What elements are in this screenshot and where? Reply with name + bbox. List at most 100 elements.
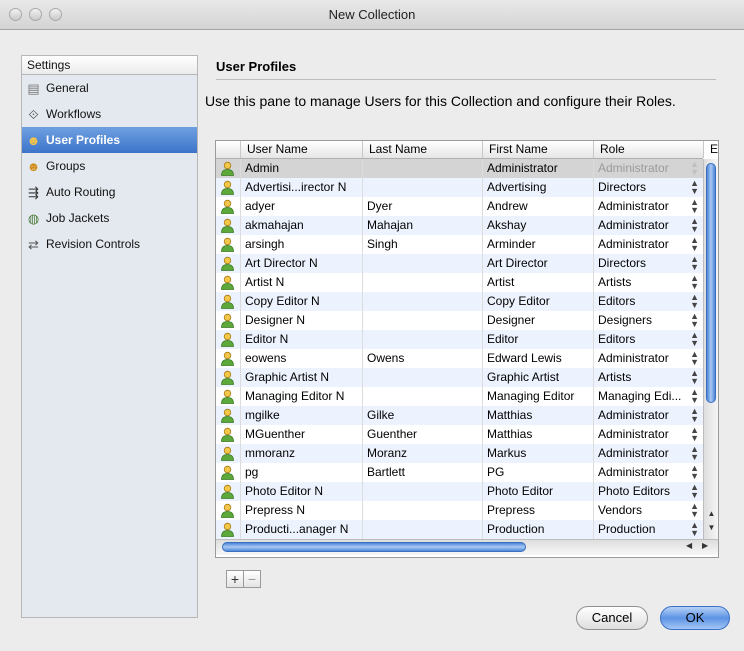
table-row[interactable]: Prepress N Prepress Vendors ▲ ▼ <box>216 501 704 520</box>
role-select[interactable]: Artists ▲ ▼ <box>596 369 701 386</box>
table-row[interactable]: Designer N Designer Designers ▲ ▼ <box>216 311 704 330</box>
column-header-user-name[interactable]: User Name <box>240 141 362 158</box>
role-cell: Directors ▲ ▼ <box>593 254 703 273</box>
role-select[interactable]: Administrator ▲ ▼ <box>596 236 701 253</box>
table-row[interactable]: mmoranz Moranz Markus Administrator ▲ ▼ <box>216 444 704 463</box>
pane-title: User Profiles <box>216 59 297 74</box>
scroll-right-arrow[interactable]: ▶ <box>702 541 708 550</box>
cell-user: Advertisi...irector N <box>240 178 362 197</box>
cell-last: Dyer <box>362 197 482 216</box>
table-row[interactable]: Photo Editor N Photo Editor Photo Editors ▲… <box>216 482 704 501</box>
table-row[interactable]: MGuenther Guenther Matthias Administrator ▲ ▼ <box>216 425 704 444</box>
cell-last <box>362 254 482 273</box>
cell-first: Matthias <box>482 406 593 425</box>
horizontal-scrollbar[interactable]: ◀ ▶ <box>216 539 718 555</box>
table-row[interactable]: eowensOwensEdward LewisAdministrator▲▼ed <box>216 349 718 368</box>
column-header-role[interactable]: Role <box>593 141 703 158</box>
role-value: Administrator <box>598 427 669 441</box>
role-select[interactable]: Photo Editors ▲ ▼ <box>596 483 701 500</box>
role-select[interactable]: Administrator ▲ ▼ <box>596 426 701 443</box>
user-icon <box>220 351 235 366</box>
role-select[interactable]: Administrator ▲ ▼ <box>596 445 701 462</box>
vertical-scrollbar[interactable]: ▲ ▼ <box>703 159 718 539</box>
table-row[interactable]: Art Director N Art Director Directors ▲ ▼ <box>216 254 704 273</box>
remove-user-button[interactable]: − <box>243 570 261 588</box>
user-icon <box>220 237 235 252</box>
table-row[interactable]: akmahajanMahajanAkshayAdministrator▲▼ak <box>216 216 718 235</box>
role-value: Vendors <box>598 503 643 517</box>
sidebar-item-label: General <box>46 81 89 95</box>
table-row[interactable]: Producti...anager N Production Production ▲… <box>216 520 704 539</box>
user-icon <box>220 161 235 176</box>
sidebar-item-general[interactable]: ▤ General <box>22 75 197 101</box>
table-row[interactable]: Editor N Editor Editors ▲ ▼ <box>216 330 704 349</box>
table-row[interactable]: Managing Editor N Managing Editor Managing… <box>216 387 704 406</box>
cancel-button[interactable]: Cancel <box>576 606 648 630</box>
cell-last <box>362 368 482 387</box>
role-cell: Vendors ▲ ▼ <box>593 501 703 520</box>
role-select[interactable]: Administrator ▲ ▼ <box>596 217 701 234</box>
scroll-up-arrow[interactable]: ▲ <box>704 509 718 518</box>
cell-first: Markus <box>482 444 593 463</box>
table-row[interactable]: Copy Editor N Copy Editor Editors ▲ ▼ <box>216 292 704 311</box>
table-row[interactable]: Graphic Artist N Graphic Artist Artists ▲ ▼ <box>216 368 704 387</box>
cell-first: Akshay <box>482 216 593 235</box>
sidebar-item-groups[interactable]: ☻ Groups <box>22 153 197 179</box>
stepper-arrows-icon: ▲ ▼ <box>690 178 699 196</box>
user-table[interactable]: User Name Last Name First Name Role E- A… <box>215 140 719 558</box>
role-select[interactable]: Administrator ▲ ▼ <box>596 350 701 367</box>
role-select[interactable]: Administrator ▲ ▼ <box>596 198 701 215</box>
add-user-button[interactable]: + <box>226 570 244 588</box>
role-select[interactable]: Production ▲ ▼ <box>596 521 701 538</box>
column-header-last-name[interactable]: Last Name <box>362 141 482 158</box>
role-cell: Artists ▲ ▼ <box>593 273 703 292</box>
cell-user: Graphic Artist N <box>240 368 362 387</box>
role-select[interactable]: Managing Edi... ▲ ▼ <box>596 388 701 405</box>
table-row[interactable]: adyer Dyer Andrew Administrator ▲ ▼ <box>216 197 704 216</box>
sidebar-item-auto-routing[interactable]: ⇶ Auto Routing <box>22 179 197 205</box>
table-row[interactable]: mgilke Gilke Matthias Administrator ▲ ▼ <box>216 406 704 425</box>
cell-user: mgilke <box>240 406 362 425</box>
user-icon <box>220 180 235 195</box>
role-value: Editors <box>598 294 636 308</box>
column-header-email[interactable]: E- <box>703 141 718 158</box>
role-cell: Production ▲ ▼ <box>593 520 703 539</box>
stepper-arrows-icon: ▲ ▼ <box>690 235 699 253</box>
role-select[interactable]: Directors ▲ ▼ <box>596 255 701 272</box>
groups-icon: ☻ <box>26 159 41 174</box>
role-select[interactable]: Vendors ▲ ▼ <box>596 502 701 519</box>
table-row[interactable]: arsingh Singh Arminder Administrator ▲ ▼ <box>216 235 704 254</box>
role-select[interactable]: Administrator ▲ ▼ <box>596 160 701 177</box>
sidebar-item-workflows[interactable]: ⟐ Workflows <box>22 101 197 127</box>
scroll-down-arrow[interactable]: ▼ <box>704 523 718 532</box>
user-icon <box>220 294 235 309</box>
role-cell: Managing Edi... ▲ ▼ <box>593 387 703 406</box>
ok-button[interactable]: OK <box>660 606 730 630</box>
table-header: User Name Last Name First Name Role E- <box>216 141 718 159</box>
role-select[interactable]: Designers ▲ ▼ <box>596 312 701 329</box>
horizontal-scroll-thumb[interactable] <box>222 542 526 552</box>
role-select[interactable]: Editors ▲ ▼ <box>596 331 701 348</box>
cell-last <box>362 387 482 406</box>
role-select[interactable]: Directors ▲ ▼ <box>596 179 701 196</box>
role-select[interactable]: Artists ▲ ▼ <box>596 274 701 291</box>
cell-first: Prepress <box>482 501 593 520</box>
role-select[interactable]: Administrator ▲ ▼ <box>596 407 701 424</box>
role-select[interactable]: Editors ▲ ▼ <box>596 293 701 310</box>
table-row[interactable]: Advertisi...irector N Advertising Director… <box>216 178 704 197</box>
icon-column-header[interactable] <box>216 141 240 158</box>
column-header-first-name[interactable]: First Name <box>482 141 593 158</box>
sidebar-item-user-profiles[interactable]: ☻ User Profiles <box>22 127 197 153</box>
cell-first: Photo Editor <box>482 482 593 501</box>
stepper-arrows-icon: ▲ ▼ <box>690 311 699 329</box>
table-row[interactable]: Artist N Artist Artists ▲ ▼ <box>216 273 704 292</box>
sidebar-item-job-jackets[interactable]: ◍ Job Jackets <box>22 205 197 231</box>
vertical-scroll-thumb[interactable] <box>706 163 716 403</box>
sidebar-item-revision-controls[interactable]: ⇄ Revision Controls <box>22 231 197 257</box>
scroll-left-arrow[interactable]: ◀ <box>686 541 692 550</box>
table-row[interactable]: pg Bartlett PG Administrator ▲ ▼ <box>216 463 704 482</box>
table-row[interactable]: Admin Administrator Administrator ▲ ▼ <box>216 159 704 178</box>
cell-first: Edward Lewis <box>482 349 593 368</box>
role-select[interactable]: Administrator ▲ ▼ <box>596 464 701 481</box>
sidebar-item-label: Job Jackets <box>46 211 110 225</box>
